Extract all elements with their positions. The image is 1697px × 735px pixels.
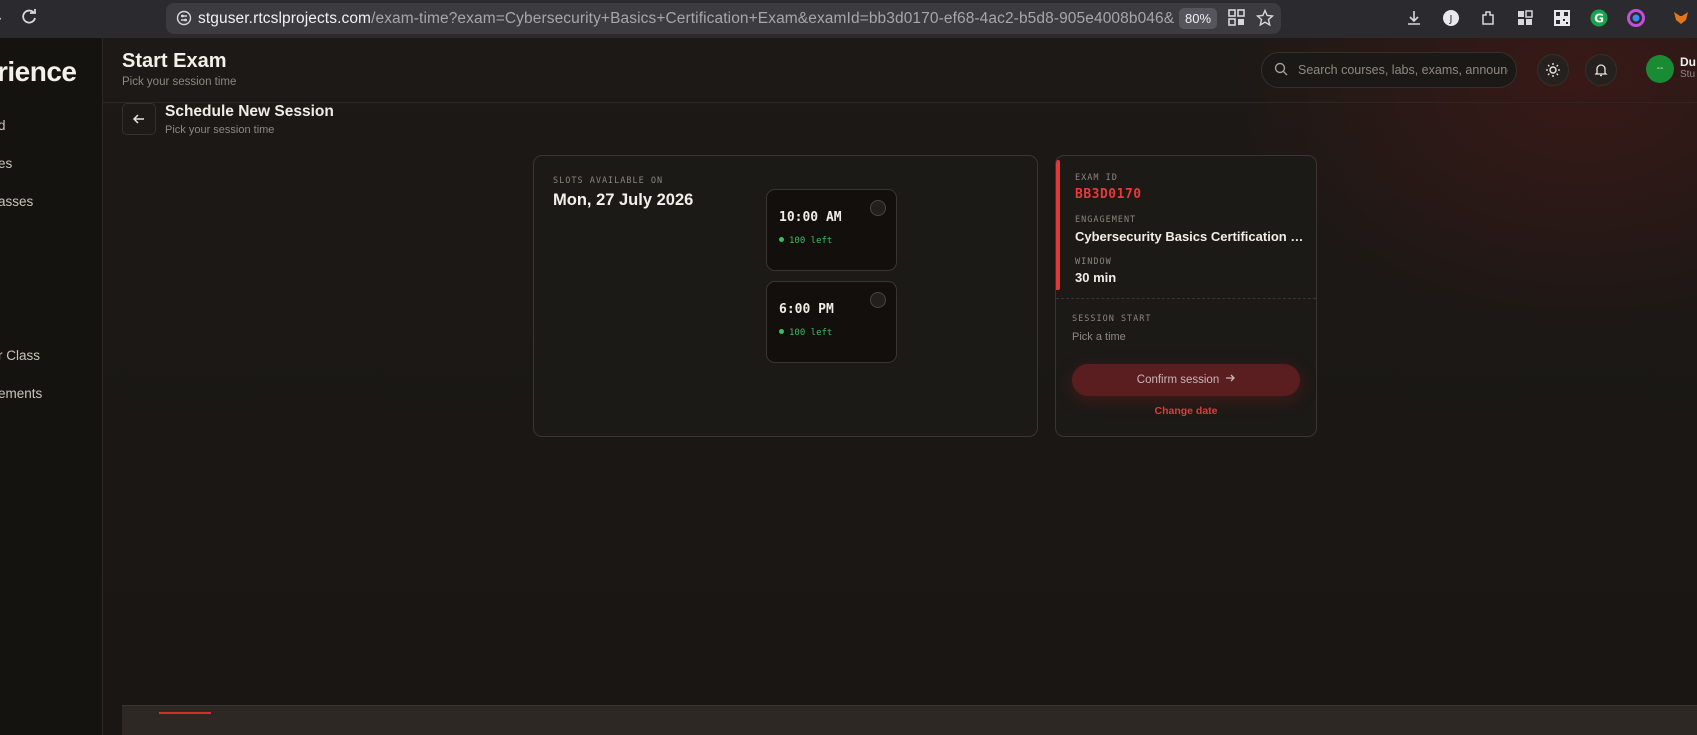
theme-toggle-button[interactable] (1537, 54, 1569, 86)
slot-availability: 100 left (779, 236, 832, 246)
schedule-title: Schedule New Session (165, 103, 334, 120)
search-input[interactable]: Search courses, labs, exams, announcemen… (1261, 52, 1517, 88)
exam-id: BB3D0170 (1075, 187, 1142, 202)
profile-role: Stu (1680, 69, 1696, 80)
schedule-subtitle: Pick your session time (165, 124, 275, 136)
window-caption: WINDOW (1075, 257, 1112, 267)
bottom-panel (122, 705, 1697, 735)
sidebar-item-announcements[interactable]: ements (0, 386, 42, 401)
page-subtitle: Pick your session time (122, 76, 237, 88)
available-dot-icon (779, 329, 784, 334)
top-header: Start Exam Pick your session time Search… (103, 38, 1697, 103)
reload-icon[interactable] (20, 8, 38, 31)
bell-icon (1594, 64, 1608, 77)
url-path: /exam-time?exam=Cybersecurity+Basics+Cer… (371, 10, 1175, 27)
profile-name: Du (1680, 55, 1696, 69)
color-picker-icon[interactable] (1627, 9, 1647, 29)
engagement-caption: ENGAGEMENT (1075, 215, 1137, 225)
slots-caption: SLOTS AVAILABLE ON (553, 176, 664, 186)
session-summary-card: EXAM ID BB3D0170 ENGAGEMENT Cybersecurit… (1055, 155, 1317, 437)
exam-details: EXAM ID BB3D0170 ENGAGEMENT Cybersecurit… (1056, 156, 1316, 299)
slot-availability-text: 100 left (789, 328, 833, 338)
site-info-icon[interactable] (176, 10, 192, 31)
search-icon (1274, 62, 1288, 81)
arrow-left-icon (132, 114, 144, 124)
slot-time: 6:00 PM (779, 302, 834, 317)
sidebar-item-classes[interactable]: asses (0, 194, 33, 209)
forward-icon[interactable]: › (0, 8, 2, 28)
exam-id-caption: EXAM ID (1075, 173, 1118, 183)
user-profile[interactable]: -- Du Stu (1640, 51, 1697, 89)
grammarly-icon[interactable]: G (1590, 9, 1610, 29)
qr-code-icon[interactable] (1553, 9, 1573, 29)
svg-text:G: G (1594, 12, 1604, 26)
sidebar: rience d es asses r Class ements (0, 38, 103, 735)
confirm-session-button[interactable]: Confirm session (1072, 364, 1300, 396)
bookmark-star-icon[interactable] (1255, 8, 1275, 32)
window-duration: 30 min (1075, 270, 1117, 285)
slot-radio[interactable] (870, 200, 886, 216)
arrow-right-icon (1225, 374, 1236, 386)
slot-availability-text: 100 left (789, 236, 833, 246)
page-title: Start Exam (122, 50, 227, 72)
progress-indicator (159, 712, 211, 714)
main-content: Start Exam Pick your session time Search… (103, 38, 1697, 735)
search-placeholder: Search courses, labs, exams, announcemen… (1298, 63, 1508, 77)
grid-extension-icon[interactable] (1516, 9, 1536, 29)
engagement-name: Cybersecurity Basics Certification Exam (1075, 229, 1307, 244)
zoom-indicator[interactable]: 80% (1179, 8, 1218, 29)
time-slot-600pm[interactable]: 6:00 PM 100 left (766, 281, 897, 363)
change-date-link[interactable]: Change date (1056, 405, 1316, 417)
time-slot-1000am[interactable]: 10:00 AM 100 left (766, 189, 897, 271)
url-host: stguser.rtcslprojects.com (198, 10, 372, 27)
avatar: -- (1646, 55, 1674, 83)
extensions-icon[interactable] (1479, 9, 1499, 29)
svg-text:J: J (1449, 14, 1453, 25)
apps-icon[interactable] (1228, 9, 1245, 31)
available-dot-icon (779, 237, 784, 242)
session-start-value: Pick a time (1072, 331, 1126, 343)
slot-radio[interactable] (870, 292, 886, 308)
download-icon[interactable] (1405, 9, 1425, 29)
browser-toolbar: › stguser.rtcslprojects.com/exam-time?ex… (0, 0, 1697, 38)
accent-bar (1056, 160, 1060, 290)
sidebar-item-dashboard[interactable]: d (0, 118, 6, 133)
notifications-button[interactable] (1585, 54, 1617, 86)
sidebar-item-courses[interactable]: es (0, 156, 12, 171)
metamask-icon[interactable] (1672, 9, 1692, 29)
url-text: stguser.rtcslprojects.com/exam-time?exam… (198, 10, 1198, 28)
slot-time: 10:00 AM (779, 210, 842, 225)
back-button[interactable] (122, 103, 156, 135)
profile-extension-icon[interactable]: J (1442, 9, 1462, 29)
slots-card: SLOTS AVAILABLE ON Mon, 27 July 2026 10:… (533, 155, 1038, 437)
sun-icon (1546, 63, 1560, 77)
slot-availability: 100 left (779, 328, 832, 338)
sidebar-item-class[interactable]: r Class (0, 348, 40, 363)
address-bar[interactable]: stguser.rtcslprojects.com/exam-time?exam… (166, 3, 1281, 34)
session-start-caption: SESSION START (1072, 314, 1152, 324)
confirm-session-label: Confirm session (1136, 374, 1220, 386)
slots-date: Mon, 27 July 2026 (553, 191, 694, 209)
brand-logo[interactable]: rience (0, 56, 77, 88)
